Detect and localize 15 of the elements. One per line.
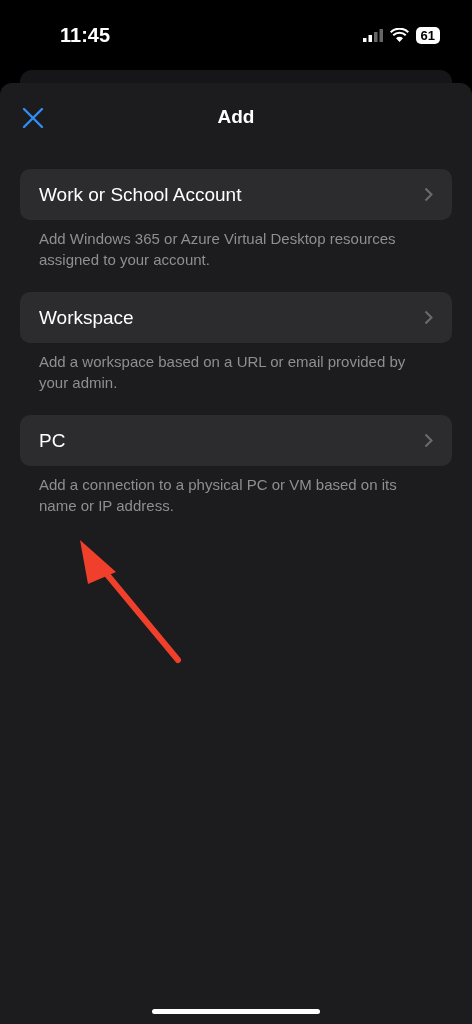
option-row[interactable]: Workspace bbox=[20, 292, 452, 343]
option-description: Add a workspace based on a URL or email provided by your admin. bbox=[39, 352, 407, 393]
sheet-title: Add bbox=[217, 106, 255, 128]
wifi-icon bbox=[389, 28, 409, 42]
option-row[interactable]: PC bbox=[20, 415, 452, 466]
option-row[interactable]: Work or School Account bbox=[20, 169, 452, 220]
option-description: Add Windows 365 or Azure Virtual Desktop resources assigned to your account. bbox=[39, 229, 397, 270]
chevron-icon bbox=[424, 187, 433, 202]
battery-level: 61 bbox=[415, 26, 440, 44]
chevron-icon bbox=[424, 433, 433, 448]
clock-time: 11:45 bbox=[60, 23, 111, 47]
option-description: Add a connection to a physical PC or VM based on its name or IP address. bbox=[39, 475, 398, 516]
chevron-icon bbox=[424, 310, 433, 325]
signal-icon bbox=[362, 28, 383, 42]
close-button[interactable] bbox=[20, 105, 46, 131]
